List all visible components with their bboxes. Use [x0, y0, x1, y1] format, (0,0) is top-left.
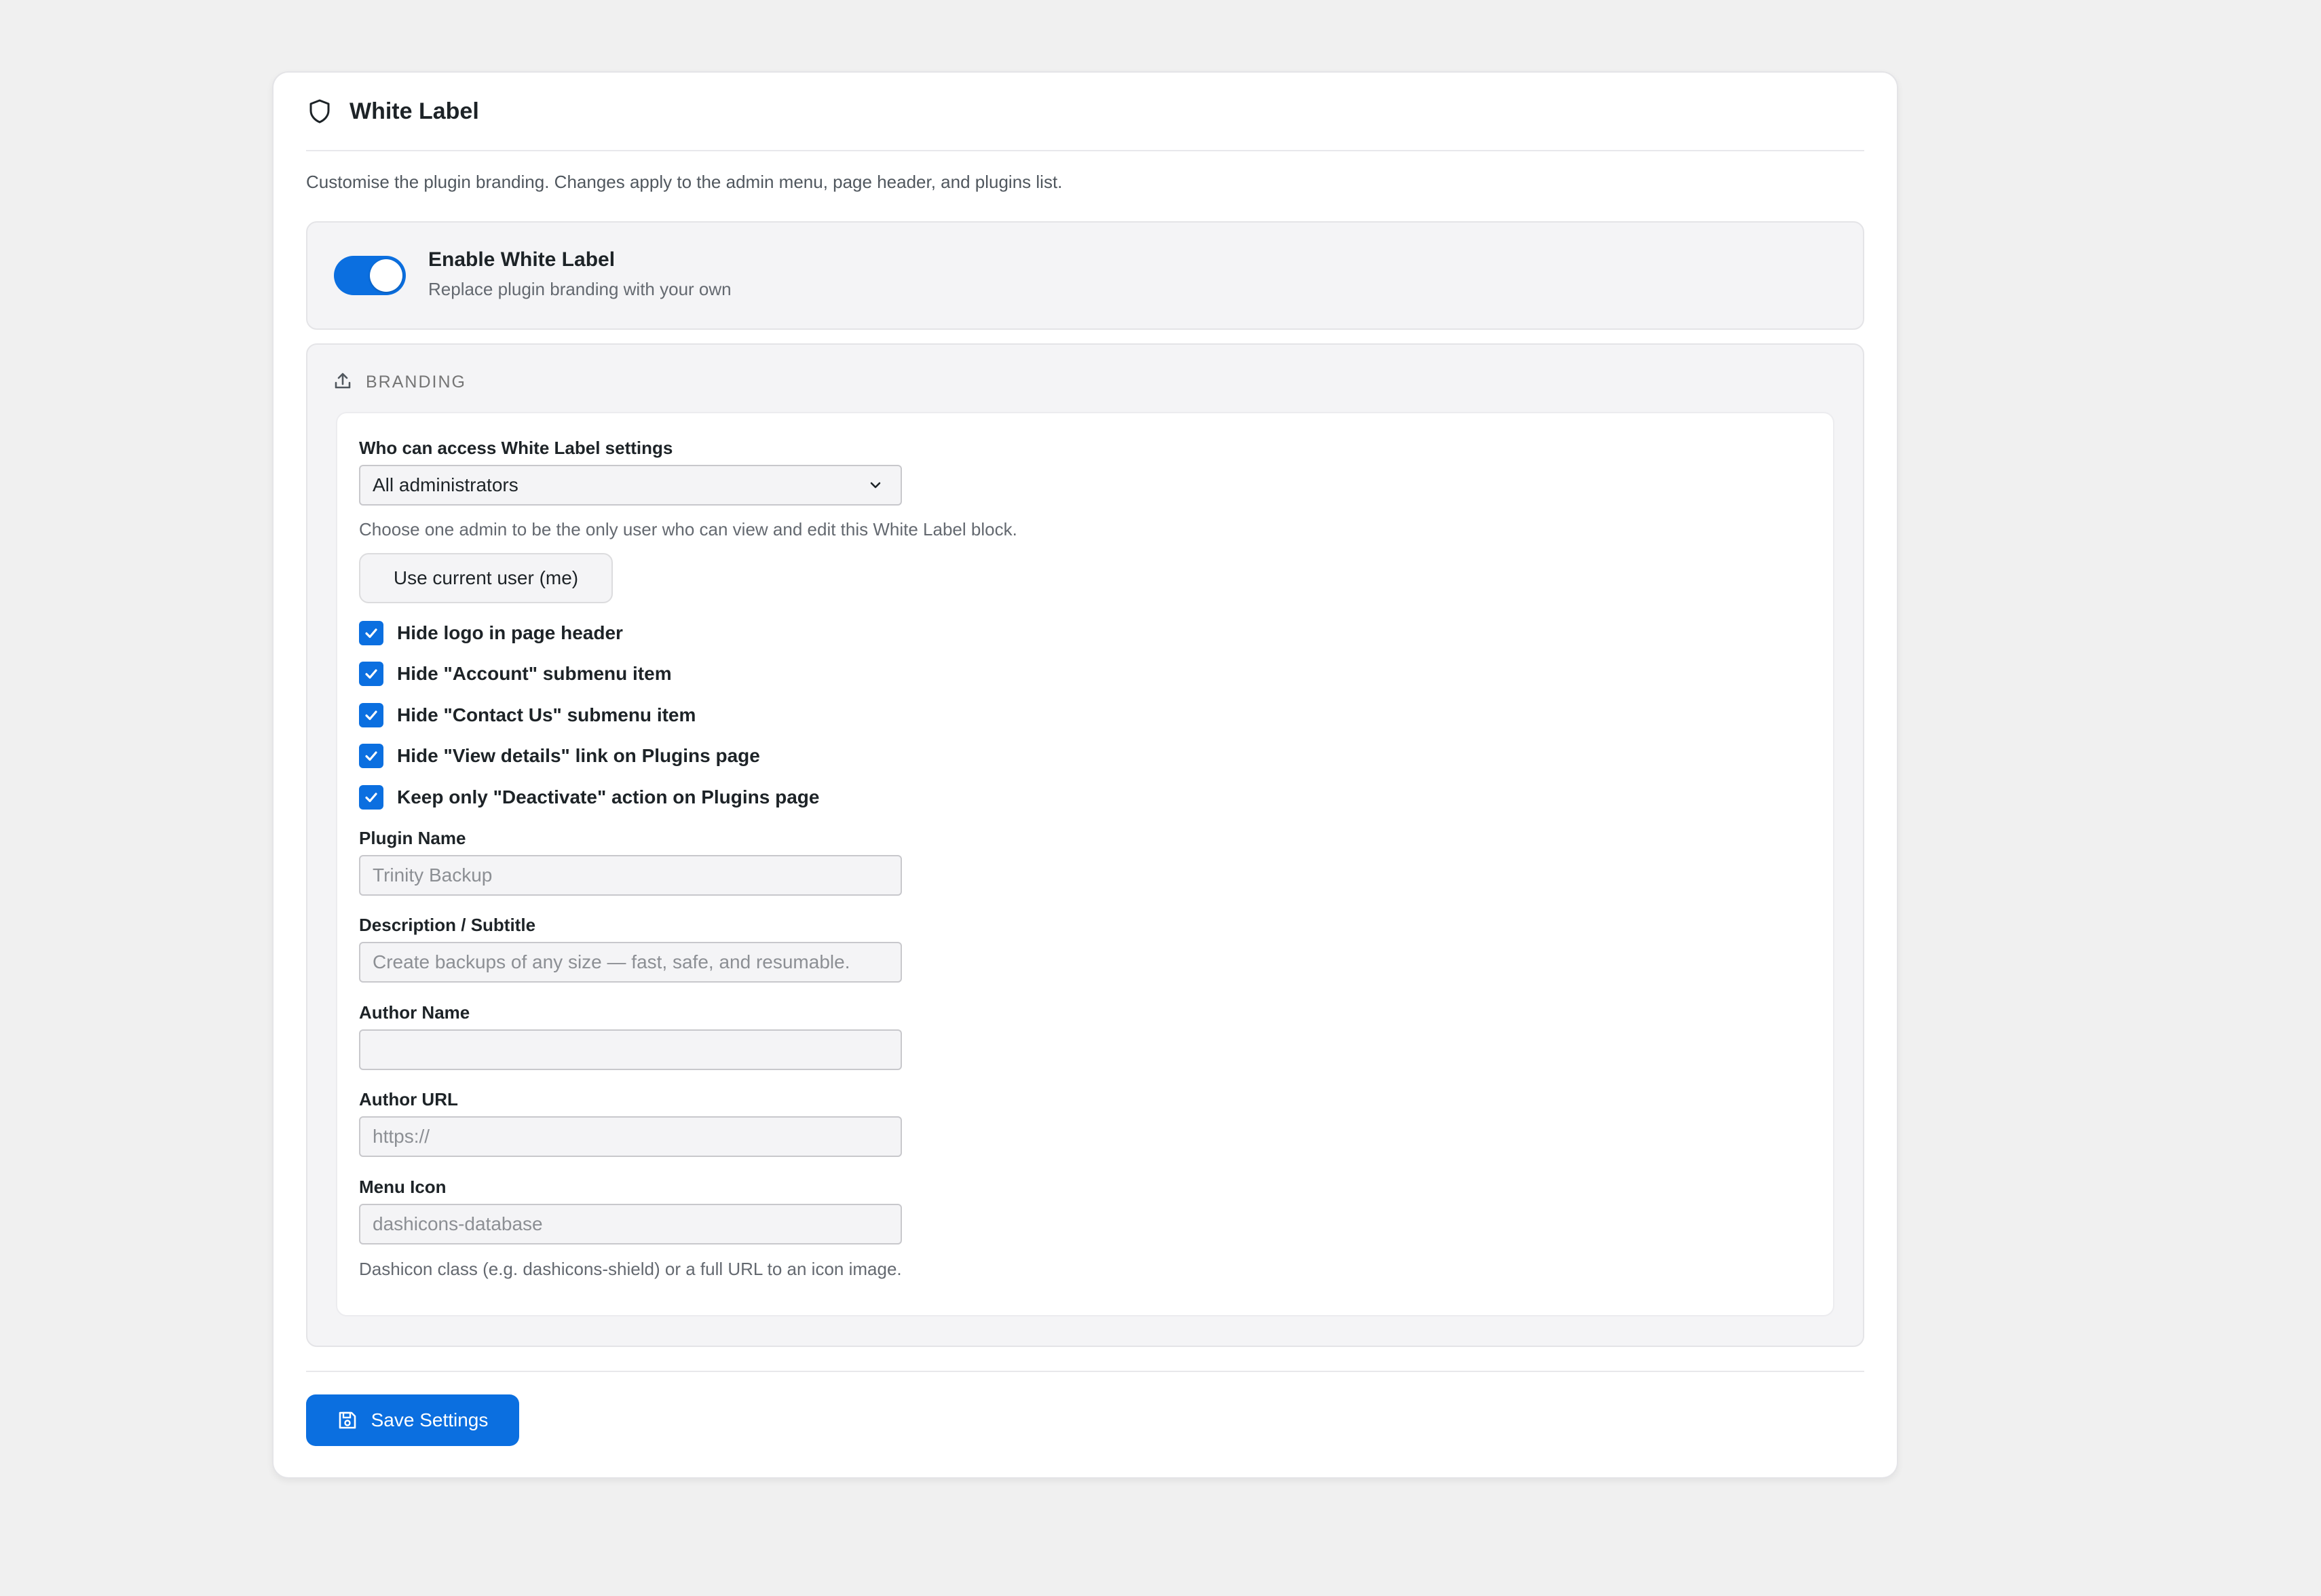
author-url-input[interactable] [359, 1116, 902, 1157]
save-icon [337, 1410, 358, 1430]
toggle-knob [370, 259, 402, 292]
checkbox-label: Keep only "Deactivate" action on Plugins… [397, 786, 820, 808]
footer-divider [306, 1371, 1864, 1372]
checkbox-keep-deactivate[interactable] [359, 785, 383, 810]
access-label: Who can access White Label settings [359, 438, 673, 458]
card-header: White Label [306, 73, 1864, 151]
author-name-input[interactable] [359, 1029, 902, 1070]
shield-icon [306, 98, 333, 125]
description-label: Description / Subtitle [359, 915, 536, 935]
upload-icon [335, 372, 351, 393]
access-select[interactable]: All administrators [359, 465, 902, 506]
checkbox-label: Hide "Contact Us" submenu item [397, 704, 696, 725]
intro-text: Customise the plugin branding. Changes a… [306, 172, 1063, 192]
checkbox-row-hide-contact[interactable]: Hide "Contact Us" submenu item [359, 703, 696, 727]
chevron-down-icon [867, 476, 884, 494]
menu-icon-help: Dashicon class (e.g. dashicons-shield) o… [359, 1259, 902, 1279]
author-name-label: Author Name [359, 1002, 470, 1023]
checkbox-row-hide-view-details[interactable]: Hide "View details" link on Plugins page [359, 744, 760, 768]
checkbox-hide-view-details[interactable] [359, 744, 383, 768]
access-select-value: All administrators [373, 474, 518, 495]
white-label-card: White Label Customise the plugin brandin… [272, 71, 1898, 1479]
menu-icon-input[interactable] [359, 1204, 902, 1244]
branding-section-header: BRANDING [335, 372, 466, 393]
checkbox-hide-account[interactable] [359, 662, 383, 686]
checkbox-label: Hide "Account" submenu item [397, 663, 672, 684]
author-url-label: Author URL [359, 1089, 458, 1109]
branding-section-label: BRANDING [366, 373, 466, 392]
checkbox-row-hide-account[interactable]: Hide "Account" submenu item [359, 662, 672, 686]
enable-white-label-panel: Enable White Label Replace plugin brandi… [306, 221, 1864, 330]
checkbox-hide-contact[interactable] [359, 703, 383, 727]
menu-icon-label: Menu Icon [359, 1177, 447, 1197]
page-title: White Label [350, 98, 479, 124]
toggle-title: Enable White Label [428, 248, 616, 271]
access-help: Choose one admin to be the only user who… [359, 519, 1017, 539]
enable-white-label-toggle[interactable] [334, 256, 406, 295]
description-input[interactable] [359, 942, 902, 983]
checkbox-row-keep-deactivate[interactable]: Keep only "Deactivate" action on Plugins… [359, 785, 819, 810]
plugin-name-label: Plugin Name [359, 828, 466, 848]
checkbox-row-hide-logo[interactable]: Hide logo in page header [359, 621, 623, 645]
use-current-user-button[interactable]: Use current user (me) [359, 553, 613, 603]
branding-form: Who can access White Label settings All … [336, 412, 1834, 1316]
checkbox-label: Hide logo in page header [397, 622, 623, 643]
checkbox-hide-logo[interactable] [359, 621, 383, 645]
checkbox-label: Hide "View details" link on Plugins page [397, 745, 760, 766]
plugin-name-input[interactable] [359, 855, 902, 896]
save-settings-button[interactable]: Save Settings [306, 1394, 519, 1446]
branding-panel: BRANDING Who can access White Label sett… [306, 343, 1864, 1347]
toggle-subtitle: Replace plugin branding with your own [428, 279, 732, 299]
save-settings-label: Save Settings [371, 1409, 489, 1430]
